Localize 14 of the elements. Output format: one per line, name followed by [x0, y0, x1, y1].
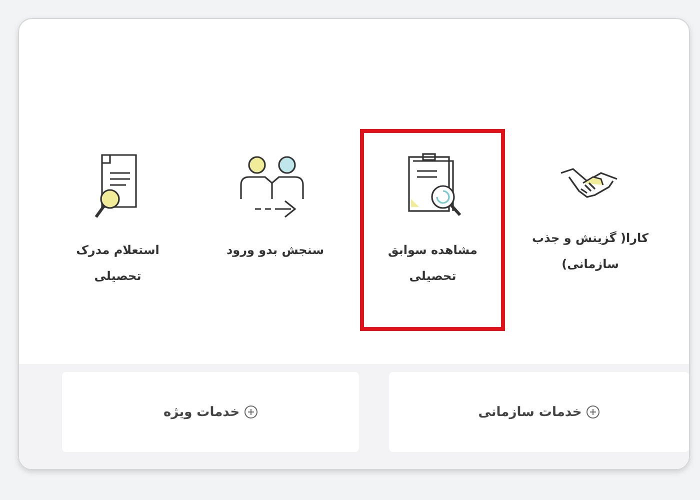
section-card[interactable]: خدمات ویژه	[62, 372, 359, 452]
service-tile[interactable]: استعلام مدرک تحصیلی	[45, 129, 190, 331]
service-label: سنجش بدو ورود	[225, 242, 326, 259]
service-label: استعلام مدرک تحصیلی	[75, 242, 160, 285]
section-title: خدمات سازمانی	[478, 404, 582, 420]
section-title: خدمات ویژه	[163, 404, 240, 420]
plus-icon	[586, 405, 600, 419]
service-label: کارا( گزینش و جذب سازمانی)	[531, 230, 650, 273]
service-tile[interactable]: مشاهده سوابق تحصیلی	[360, 129, 506, 331]
plus-icon	[244, 405, 258, 419]
section-card[interactable]: خدمات سازمانی	[389, 372, 689, 452]
service-tile[interactable]: کارا( گزینش و جذب سازمانی)	[518, 129, 663, 331]
service-label: مشاهده سوابق تحصیلی	[387, 242, 478, 285]
service-tile[interactable]: سنجش بدو ورود	[202, 129, 348, 331]
